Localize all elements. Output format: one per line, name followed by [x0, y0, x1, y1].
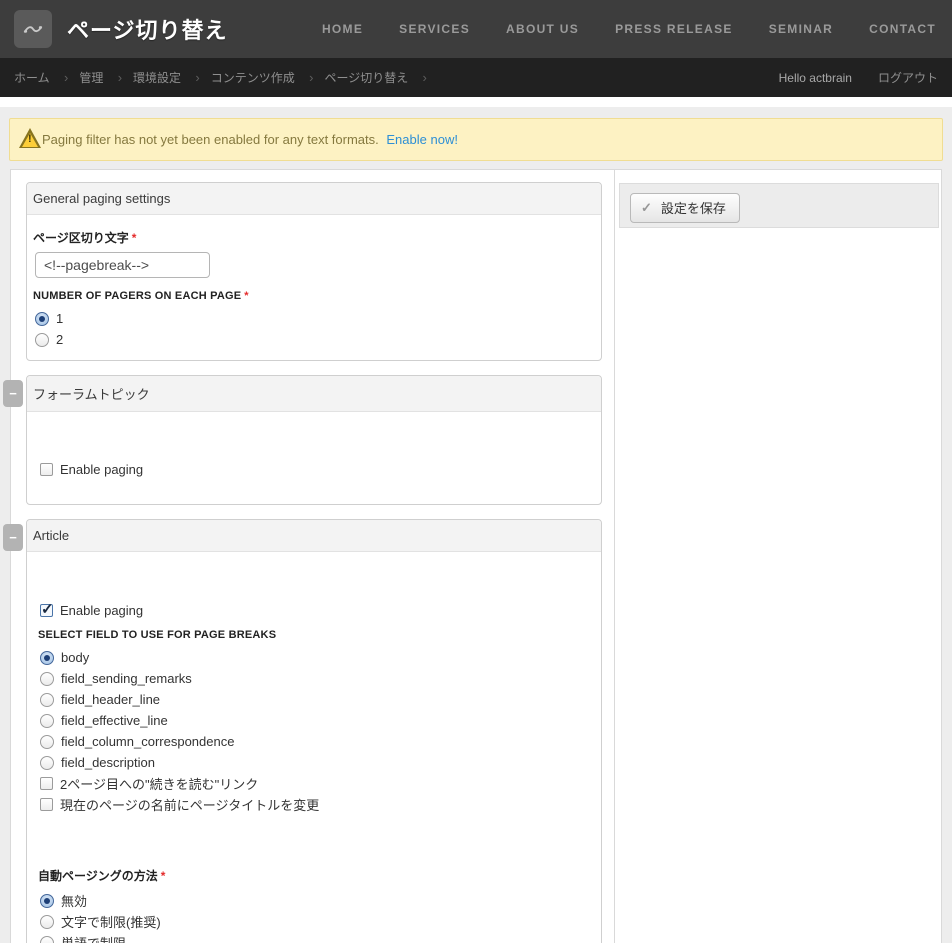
radio-option[interactable]: 1: [33, 308, 591, 329]
separator-label: ページ区切り文字 *: [33, 231, 137, 245]
breadcrumb-link[interactable]: ページ切り替え: [324, 71, 408, 85]
warning-text: Paging filter has not yet been enabled f…: [42, 132, 379, 147]
nav-item[interactable]: PRESS RELEASE: [615, 22, 733, 36]
check-icon: ✓: [641, 199, 652, 215]
auto-paging-label: 自動ページングの方法 *: [38, 869, 166, 883]
save-button-label: 設定を保存: [660, 201, 726, 216]
breadcrumb-link[interactable]: 管理: [79, 71, 103, 85]
breadcrumb-link[interactable]: 環境設定: [133, 71, 181, 85]
general-settings-panel: General paging settings ページ区切り文字* NUMBER…: [26, 182, 602, 361]
chevron-right-icon: ›: [63, 70, 69, 85]
warning-triangle-icon: !: [19, 128, 43, 150]
radio-icon[interactable]: [40, 671, 54, 686]
radio-icon[interactable]: [40, 650, 54, 665]
radio-option[interactable]: 単語で制限: [38, 932, 591, 943]
actions-sidebar: ✓ 設定を保存: [615, 170, 941, 943]
logout-link[interactable]: ログアウト: [878, 69, 938, 86]
radio-icon[interactable]: [40, 734, 54, 749]
collapse-toggle[interactable]: −: [3, 380, 23, 407]
header-content-gap: [0, 97, 952, 107]
checkbox-icon[interactable]: [40, 463, 53, 476]
breadcrumb: ホーム › 管理 › 環境設定 › コンテンツ作成 › ページ切り替え ›: [14, 69, 438, 86]
panel-header: General paging settings: [27, 183, 601, 215]
article-enable-group: Enable paging: [38, 600, 591, 621]
save-settings-button[interactable]: ✓ 設定を保存: [630, 193, 740, 223]
radio-icon[interactable]: [35, 311, 49, 326]
radio-option[interactable]: body: [38, 647, 591, 668]
sidebar-actions-bar: ✓ 設定を保存: [619, 183, 939, 228]
warning-message: ! Paging filter has not yet been enabled…: [9, 118, 943, 161]
nav-item[interactable]: HOME: [322, 22, 363, 36]
pagebreak-icon: [14, 10, 52, 48]
checkbox-option[interactable]: 2ページ目への"続きを読む"リンク: [38, 773, 591, 794]
enable-now-link[interactable]: Enable now!: [386, 132, 458, 147]
checkbox-icon[interactable]: [40, 777, 53, 790]
breadcrumb-link[interactable]: コンテンツ作成: [211, 71, 295, 85]
panel-header: Article: [27, 520, 601, 552]
pagers-count-label: NUMBER OF PAGERS ON EACH PAGE *: [33, 290, 249, 302]
site-header: ページ切り替え HOME SERVICES ABOUT US PRESS REL…: [0, 0, 952, 58]
radio-option[interactable]: field_description: [38, 752, 591, 773]
radio-option[interactable]: 無効: [38, 890, 591, 911]
article-extra-checkboxes: 2ページ目への"続きを読む"リンク 現在のページの名前にページタイトルを変更: [38, 773, 591, 815]
main-nav: HOME SERVICES ABOUT US PRESS RELEASE SEM…: [322, 22, 942, 36]
breadcrumb-bar: ホーム › 管理 › 環境設定 › コンテンツ作成 › ページ切り替え › He…: [0, 58, 952, 97]
breadcrumb-link[interactable]: ホーム: [14, 71, 50, 85]
nav-item[interactable]: SERVICES: [399, 22, 470, 36]
collapse-toggle[interactable]: −: [3, 524, 23, 551]
required-mark: *: [131, 231, 137, 245]
checkbox-icon[interactable]: [40, 600, 54, 618]
forum-topic-panel: − フォーラムトピック Enable paging: [3, 375, 602, 505]
chevron-right-icon: ›: [195, 70, 200, 85]
page-wrapper: General paging settings ページ区切り文字* NUMBER…: [3, 169, 942, 943]
radio-option[interactable]: 文字で制限(推奨): [38, 911, 591, 932]
user-greeting: Hello actbrain: [778, 70, 852, 85]
radio-option[interactable]: 2: [33, 329, 591, 350]
nav-item[interactable]: SEMINAR: [769, 22, 833, 36]
checkbox-option[interactable]: Enable paging: [38, 459, 591, 480]
radio-icon[interactable]: [40, 893, 54, 908]
nav-item[interactable]: CONTACT: [869, 22, 936, 36]
chevron-right-icon: ›: [309, 70, 314, 85]
auto-paging-radio-group: 無効 文字で制限(推奨) 単語で制限: [38, 890, 591, 943]
settings-form: General paging settings ページ区切り文字* NUMBER…: [3, 170, 615, 943]
pagers-radio-group: 1 2: [33, 308, 591, 350]
chevron-right-icon: ›: [117, 70, 123, 85]
required-mark: *: [160, 869, 166, 883]
page-separator-input[interactable]: [35, 252, 210, 278]
page-title: ページ切り替え: [67, 18, 228, 43]
radio-icon[interactable]: [40, 692, 54, 707]
radio-icon[interactable]: [40, 935, 54, 943]
radio-icon[interactable]: [35, 332, 49, 347]
checkbox-icon[interactable]: [40, 798, 53, 811]
field-radio-group: body field_sending_remarks field_header_…: [38, 647, 591, 773]
forum-topic-body: Enable paging: [27, 412, 601, 504]
radio-option[interactable]: field_effective_line: [38, 710, 591, 731]
checkbox-option[interactable]: Enable paging: [38, 600, 591, 621]
radio-option[interactable]: field_column_correspondence: [38, 731, 591, 752]
field-select-label: SELECT FIELD TO USE FOR PAGE BREAKS: [38, 629, 277, 641]
required-mark: *: [244, 290, 249, 302]
radio-option[interactable]: field_sending_remarks: [38, 668, 591, 689]
radio-icon[interactable]: [40, 713, 54, 728]
radio-icon[interactable]: [40, 755, 54, 770]
nav-item[interactable]: ABOUT US: [506, 22, 579, 36]
radio-option[interactable]: field_header_line: [38, 689, 591, 710]
radio-icon[interactable]: [40, 914, 54, 929]
checkbox-option[interactable]: 現在のページの名前にページタイトルを変更: [38, 794, 591, 815]
chevron-right-icon: ›: [422, 70, 427, 85]
panel-header: フォーラムトピック: [27, 376, 601, 412]
content-area: ! Paging filter has not yet been enabled…: [0, 107, 952, 943]
article-panel: − Article Enable paging SELECT FIELD TO …: [3, 519, 602, 943]
